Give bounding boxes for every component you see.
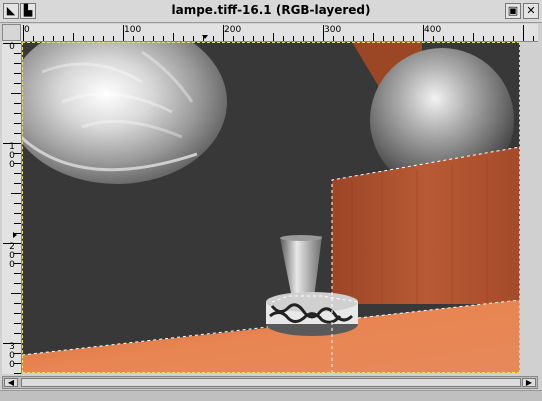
vruler-label-100: 100 — [9, 142, 15, 170]
hruler-label-100: 100 — [124, 25, 142, 35]
vruler-label-0: 0 — [9, 42, 15, 52]
maximize-icon: ▣ — [507, 4, 519, 17]
window-title: lampe.tiff-16.1 (RGB-layered) — [171, 3, 371, 17]
pointer-marker-icon — [202, 35, 208, 39]
image-canvas[interactable] — [22, 42, 520, 373]
horizontal-scrollbar[interactable]: ◀ ▶ — [2, 376, 538, 389]
title-bar[interactable]: ◣ ▙ lampe.tiff-16.1 (RGB-layered) ▣ ✕ — [0, 0, 542, 23]
arrow-right-icon: ▶ — [525, 378, 533, 387]
hruler-label-200: 200 — [224, 25, 242, 35]
hruler-label-0: 0 — [24, 25, 30, 35]
horizontal-ruler[interactable]: 0 100 200 300 400 — [21, 24, 538, 42]
ruler-corner-button[interactable] — [2, 24, 21, 41]
close-button[interactable]: ✕ — [523, 3, 539, 19]
vertical-ruler[interactable]: 0 100 200 300 — [2, 41, 22, 374]
vertical-ruler-ticks — [3, 43, 21, 374]
pointer-marker-icon — [13, 232, 17, 238]
hruler-label-300: 300 — [324, 25, 342, 35]
status-bar — [0, 390, 542, 401]
scroll-right-button[interactable]: ▶ — [522, 378, 536, 387]
scroll-left-button[interactable]: ◀ — [4, 378, 18, 387]
vruler-label-300: 300 — [9, 342, 15, 370]
horizontal-scroll-thumb[interactable] — [21, 378, 521, 387]
vertical-scroll-area[interactable] — [522, 42, 538, 373]
vruler-label-200: 200 — [9, 242, 15, 270]
horizontal-ruler-ticks — [23, 25, 534, 41]
close-icon: ✕ — [526, 4, 536, 17]
image-window: ◣ ▙ lampe.tiff-16.1 (RGB-layered) ▣ ✕ 0 … — [0, 0, 542, 401]
maximize-button[interactable]: ▣ — [505, 3, 521, 19]
arrow-left-icon: ◀ — [7, 378, 15, 387]
hruler-label-400: 400 — [424, 25, 442, 35]
rendered-scene — [22, 42, 520, 373]
